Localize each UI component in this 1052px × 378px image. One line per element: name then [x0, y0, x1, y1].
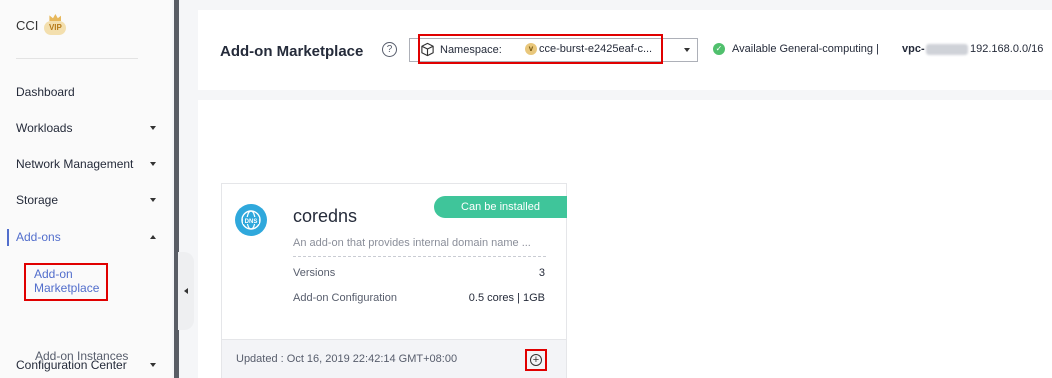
config-value: 0.5 cores | 1GB [468, 292, 545, 304]
page-header: Add-on Marketplace ? Namespace: v cce-bu… [198, 10, 1052, 90]
chevron-left-icon [184, 288, 188, 294]
brand: CCI VIP [16, 14, 67, 36]
sidebar-item-label: Configuration Center [16, 358, 127, 372]
vip-badge: VIP [44, 21, 67, 35]
chevron-down-icon [150, 162, 156, 166]
sidebar-item-dashboard[interactable]: Dashboard [16, 82, 166, 102]
install-button[interactable]: + [525, 349, 547, 371]
config-label: Add-on Configuration [293, 292, 397, 304]
sidebar-item-add-ons[interactable]: Add-ons [16, 227, 166, 247]
status-badge: Can be installed [434, 196, 567, 218]
addon-card[interactable]: DNS coredns Can be installed An add-on t… [221, 183, 567, 378]
active-indicator [7, 229, 9, 246]
sidebar-subitem-add-on-marketplace[interactable]: Add-on Marketplace [24, 263, 108, 301]
divider [16, 58, 138, 59]
brand-text: CCI [16, 17, 39, 33]
vpc-id-redacted [926, 44, 968, 55]
sidebar-collapse-button[interactable] [178, 252, 194, 330]
chevron-down-icon [150, 198, 156, 202]
cube-icon [421, 42, 434, 57]
check-circle-icon: ✓ [713, 43, 725, 55]
dns-logo-icon: DNS [235, 204, 267, 236]
namespace-label: Namespace: [440, 44, 502, 56]
sidebar-item-storage[interactable]: Storage [16, 190, 166, 210]
sidebar-subitem-label: Add-on Marketplace [34, 267, 100, 295]
sidebar-item-label: Workloads [16, 121, 73, 135]
svg-text:DNS: DNS [245, 219, 258, 225]
plus-circle-icon: + [530, 354, 542, 366]
divider [293, 256, 546, 257]
chevron-down-icon [150, 126, 156, 130]
sidebar-item-network-management[interactable]: Network Management [16, 154, 166, 174]
page-title: Add-on Marketplace [220, 43, 364, 60]
sidebar-item-workloads[interactable]: Workloads [16, 118, 166, 138]
sidebar-item-label: Storage [16, 193, 59, 207]
help-icon[interactable]: ? [382, 42, 397, 57]
card-footer: Updated : Oct 16, 2019 22:42:14 GMT+08:0… [222, 339, 566, 378]
updated-timestamp: Updated : Oct 16, 2019 22:42:14 GMT+08:0… [236, 353, 458, 365]
sidebar: CCI VIP Dashboard Workloads Network Mana… [0, 0, 172, 378]
chevron-down-icon[interactable] [684, 48, 690, 52]
sidebar-item-label: Network Management [16, 157, 134, 171]
chevron-up-icon [150, 235, 156, 239]
vpc-label: vpc- [902, 43, 925, 55]
versions-label: Versions [293, 267, 336, 279]
sidebar-item-configuration-center[interactable]: Configuration Center [16, 355, 166, 375]
addon-name: coredns [293, 206, 358, 226]
namespace-type-icon: v [525, 43, 537, 55]
namespace-status: Available General-computing | [732, 43, 879, 55]
sidebar-item-label: Add-ons [16, 230, 61, 244]
versions-value: 3 [538, 267, 545, 279]
vip-icon: VIP [44, 14, 67, 36]
addon-description: An add-on that provides internal domain … [293, 237, 531, 249]
namespace-value: cce-burst-e2425eaf-c... [539, 43, 653, 55]
chevron-down-icon [150, 363, 156, 367]
vpc-cidr: 192.168.0.0/16 [970, 43, 1044, 55]
sidebar-item-label: Dashboard [16, 85, 75, 99]
